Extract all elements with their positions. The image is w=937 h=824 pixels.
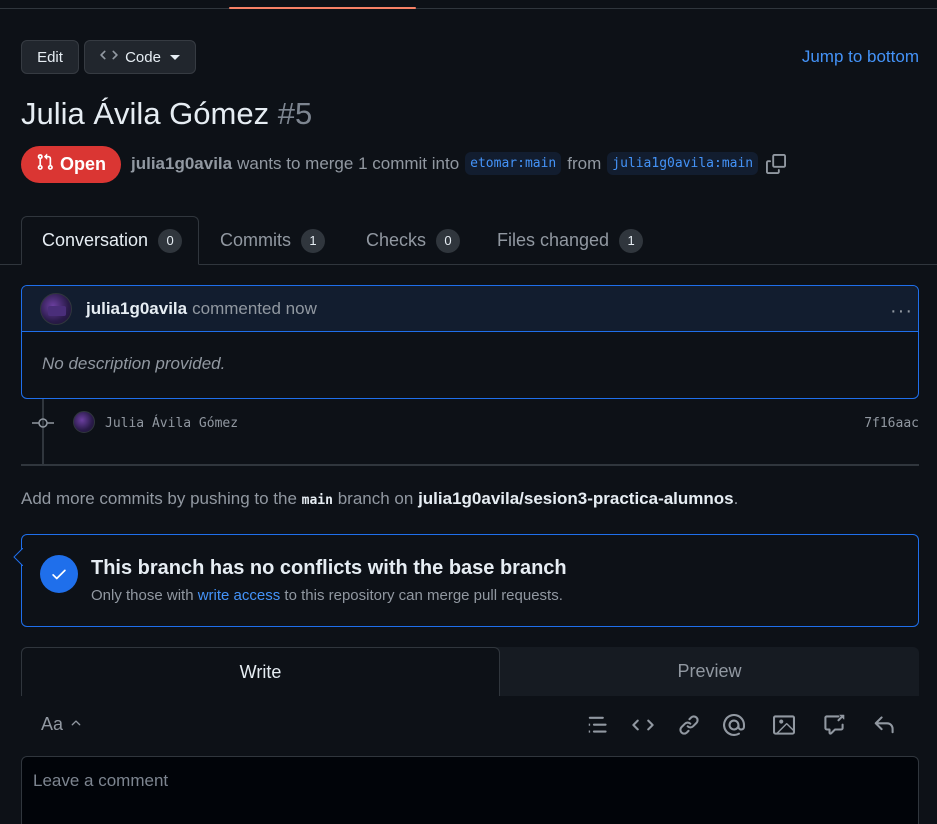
git-commit-icon xyxy=(32,414,54,432)
repo-link[interactable]: julia1g0avila/sesion3-practica-alumnos xyxy=(418,489,734,508)
push-hint: Add more commits by pushing to the main … xyxy=(21,489,738,509)
link-icon[interactable] xyxy=(678,714,700,736)
jump-to-bottom-link[interactable]: Jump to bottom xyxy=(802,47,919,67)
commit-message[interactable]: Julia Ávila Gómez xyxy=(105,416,238,431)
pr-number: #5 xyxy=(277,96,313,131)
code-icon xyxy=(100,46,118,68)
commit-sha[interactable]: 7f16aac xyxy=(864,416,919,431)
cross-reference-icon[interactable] xyxy=(823,714,845,736)
active-repo-tab-underline xyxy=(229,7,416,9)
hint-middle: branch on xyxy=(337,489,414,508)
pull-request-icon xyxy=(36,153,54,176)
tab-write[interactable]: Write xyxy=(21,647,500,696)
comment-body: No description provided. xyxy=(42,354,226,373)
pr-title: Julia Ávila Gómez xyxy=(21,96,270,131)
copy-icon[interactable] xyxy=(766,153,787,174)
write-access-link[interactable]: write access xyxy=(198,587,281,604)
merge-sub-prefix: Only those with xyxy=(91,587,194,604)
code-icon[interactable] xyxy=(632,714,654,736)
tab-counter: 0 xyxy=(436,228,461,253)
chevron-down-icon xyxy=(169,54,180,60)
tab-counter: 0 xyxy=(158,228,183,253)
tab-checks[interactable]: Checks 0 xyxy=(366,216,461,265)
check-circle-icon xyxy=(40,555,78,593)
merge-title: This branch has no conflicts with the ba… xyxy=(91,557,567,579)
kebab-menu-icon[interactable]: ··· xyxy=(890,300,913,323)
mention-icon[interactable] xyxy=(722,713,745,737)
merge-sub-suffix: to this repository can merge pull reques… xyxy=(284,587,563,604)
author-link[interactable]: julia1g0avila xyxy=(131,154,232,174)
image-icon[interactable] xyxy=(773,714,795,736)
comment-header: julia1g0avila commented now xyxy=(22,286,918,332)
from-text: from xyxy=(567,153,602,173)
comment-textarea[interactable]: Leave a comment xyxy=(21,756,919,824)
code-button-label: Code xyxy=(125,48,161,66)
merge-subtitle: Only those with write access to this rep… xyxy=(91,587,563,604)
hint-suffix: . xyxy=(733,489,739,508)
tab-counter: 1 xyxy=(301,228,325,253)
reply-icon[interactable] xyxy=(873,714,895,736)
tab-conversation[interactable]: Conversation 0 xyxy=(21,216,199,265)
page-title: Julia Ávila Gómez #5 xyxy=(21,96,312,132)
tab-label: Conversation xyxy=(42,230,149,250)
hint-branch: main xyxy=(301,493,333,508)
timeline-divider xyxy=(21,464,919,466)
status-badge: Open xyxy=(21,146,121,183)
top-divider xyxy=(0,8,937,9)
tab-commits[interactable]: Commits 1 xyxy=(220,216,325,265)
base-ref[interactable]: etomar:main xyxy=(465,152,562,175)
tab-label: Files changed xyxy=(497,230,610,250)
commit-avatar[interactable] xyxy=(73,411,95,433)
tab-preview[interactable]: Preview xyxy=(500,647,919,696)
tab-label: Commits xyxy=(220,230,291,250)
code-button[interactable]: Code xyxy=(84,40,196,74)
tab-counter: 1 xyxy=(619,228,644,253)
aa-label: Aa xyxy=(41,714,64,734)
merge-text: wants to merge 1 commit into xyxy=(237,153,460,173)
text-format-toggle[interactable]: Aa xyxy=(41,714,83,735)
hint-prefix: Add more commits by pushing to the xyxy=(21,489,297,508)
comment-placeholder: Leave a comment xyxy=(33,771,169,790)
tab-files-changed[interactable]: Files changed 1 xyxy=(497,216,644,265)
status-label: Open xyxy=(59,154,106,174)
task-list-icon[interactable] xyxy=(586,714,608,736)
merge-status-box xyxy=(21,534,919,627)
edit-button[interactable]: Edit xyxy=(21,40,79,74)
chevron-up-icon xyxy=(69,714,83,735)
box-pointer xyxy=(13,547,24,567)
tab-label: Checks xyxy=(366,230,427,250)
pr-meta: julia1g0avila wants to merge 1 commit in… xyxy=(131,152,787,175)
avatar[interactable] xyxy=(40,292,72,325)
comment-action[interactable]: commented now xyxy=(192,299,317,319)
head-ref[interactable]: julia1g0avila:main xyxy=(607,152,759,175)
comment-card: julia1g0avila commented now No descripti… xyxy=(21,285,919,399)
comment-author[interactable]: julia1g0avila xyxy=(86,299,187,319)
